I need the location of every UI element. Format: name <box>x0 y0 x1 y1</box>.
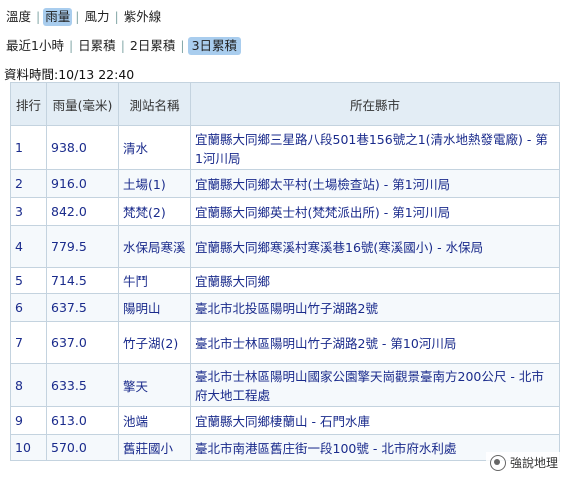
period-tab-1[interactable]: 日累積 <box>76 37 118 55</box>
update-time: 資料時間:10/13 22:40 <box>4 67 135 82</box>
table-row: 5 714.5 牛鬥 宜蘭縣大同鄉 <box>10 267 560 294</box>
station-cell: 陽明山 <box>118 293 191 322</box>
tab-separator: | <box>36 9 41 24</box>
tab-separator: | <box>68 38 74 53</box>
station-cell: 擎天 <box>118 363 191 407</box>
rainfall-ranking-table: 排行 雨量(毫米) 測站名稱 所在縣市 1 938.0 清水 宜蘭縣大同鄉三星路八段5… <box>10 82 560 461</box>
rank-cell: 3 <box>10 197 47 226</box>
location-cell: 臺北市北投區陽明山竹子湖路2號 <box>190 293 560 322</box>
rainfall-cell: 637.5 <box>46 293 119 322</box>
station-cell: 舊莊國小 <box>118 434 191 461</box>
rainfall-cell: 613.0 <box>46 406 119 435</box>
location-cell: 臺北市士林區陽明山竹子湖路2號 - 第10河川局 <box>190 321 560 364</box>
table-row: 9 613.0 池端 宜蘭縣大同鄉棲蘭山 - 石門水庫 <box>10 406 560 435</box>
rainfall-cell: 570.0 <box>46 434 119 461</box>
rank-cell: 2 <box>10 169 47 198</box>
rainfall-cell: 916.0 <box>46 169 119 198</box>
location-cell: 宜蘭縣大同鄉 <box>190 267 560 294</box>
rainfall-cell: 938.0 <box>46 125 119 170</box>
rainfall-cell: 633.5 <box>46 363 119 407</box>
station-cell: 清水 <box>118 125 191 170</box>
period-tab-2[interactable]: 2日累積 <box>128 37 177 55</box>
watermark: 強說地理 <box>485 452 562 473</box>
station-cell: 土場(1) <box>118 169 191 198</box>
location-cell: 宜蘭縣大同鄉寒溪村寒溪巷16號(寒溪國小) - 水保局 <box>190 225 560 268</box>
table-row: 4 779.5 水保局寒溪 宜蘭縣大同鄉寒溪村寒溪巷16號(寒溪國小) - 水保局 <box>10 225 560 268</box>
data-type-tab-1[interactable]: 雨量 <box>43 8 73 26</box>
station-cell: 池端 <box>118 406 191 435</box>
header-rainfall: 雨量(毫米) <box>46 82 119 126</box>
data-type-tab-2[interactable]: 風力 <box>82 8 111 26</box>
table-row: 7 637.0 竹子湖(2) 臺北市士林區陽明山竹子湖路2號 - 第10河川局 <box>10 321 560 364</box>
rank-cell: 10 <box>10 434 47 461</box>
rank-cell: 8 <box>10 363 47 407</box>
station-cell: 牛鬥 <box>118 267 191 294</box>
rank-cell: 7 <box>10 321 47 364</box>
rainfall-cell: 779.5 <box>46 225 119 268</box>
location-cell: 臺北市士林區陽明山國家公園擎天崗觀景臺南方200公尺 - 北市府大地工程處 <box>190 363 560 407</box>
rank-cell: 9 <box>10 406 47 435</box>
data-type-tab-0[interactable]: 溫度 <box>4 8 33 26</box>
rank-cell: 4 <box>10 225 47 268</box>
header-station: 測站名稱 <box>118 82 191 126</box>
rainfall-cell: 714.5 <box>46 267 119 294</box>
table-row: 2 916.0 土場(1) 宜蘭縣大同鄉太平村(土場檢查站) - 第1河川局 <box>10 169 560 198</box>
location-cell: 宜蘭縣大同鄉三星路八段501巷156號之1(清水地熱發電廠) - 第1河川局 <box>190 125 560 170</box>
station-cell: 梵梵(2) <box>118 197 191 226</box>
location-cell: 宜蘭縣大同鄉英士村(梵梵派出所) - 第1河川局 <box>190 197 560 226</box>
data-type-tabs: 溫度 | 雨量 | 風力 | 紫外線 <box>4 8 163 26</box>
period-tab-3[interactable]: 3日累積 <box>187 37 242 55</box>
data-type-tab-3[interactable]: 紫外線 <box>122 8 164 26</box>
rank-cell: 5 <box>10 267 47 294</box>
watermark-text: 強說地理 <box>509 456 558 470</box>
rank-cell: 1 <box>10 125 47 170</box>
table-header-row: 排行 雨量(毫米) 測站名稱 所在縣市 <box>10 82 560 126</box>
table-row: 3 842.0 梵梵(2) 宜蘭縣大同鄉英士村(梵梵派出所) - 第1河川局 <box>10 197 560 226</box>
rainfall-cell: 637.0 <box>46 321 119 364</box>
tab-separator: | <box>180 38 185 53</box>
tab-separator: | <box>75 9 80 24</box>
rank-cell: 6 <box>10 293 47 322</box>
tab-separator: | <box>120 38 125 53</box>
rainfall-cell: 842.0 <box>46 197 119 226</box>
table-row: 10 570.0 舊莊國小 臺北市南港區舊庄街一段100號 - 北市府水利處 <box>10 434 560 461</box>
wechat-logo-icon <box>489 454 506 471</box>
location-cell: 宜蘭縣大同鄉棲蘭山 - 石門水庫 <box>190 406 560 435</box>
station-cell: 竹子湖(2) <box>118 321 191 364</box>
period-tab-0[interactable]: 最近1小時 <box>4 37 66 55</box>
tab-separator: | <box>114 9 119 24</box>
period-tabs: 最近1小時 | 日累積 | 2日累積 | 3日累積 <box>4 37 242 55</box>
table-row: 8 633.5 擎天 臺北市士林區陽明山國家公園擎天崗觀景臺南方200公尺 - 北市府… <box>10 363 560 407</box>
table-row: 6 637.5 陽明山 臺北市北投區陽明山竹子湖路2號 <box>10 293 560 322</box>
table-row: 1 938.0 清水 宜蘭縣大同鄉三星路八段501巷156號之1(清水地熱發電廠) -… <box>10 125 560 170</box>
station-cell: 水保局寒溪 <box>118 225 191 268</box>
header-rank: 排行 <box>10 82 47 126</box>
location-cell: 宜蘭縣大同鄉太平村(土場檢查站) - 第1河川局 <box>190 169 560 198</box>
header-location: 所在縣市 <box>190 82 560 126</box>
